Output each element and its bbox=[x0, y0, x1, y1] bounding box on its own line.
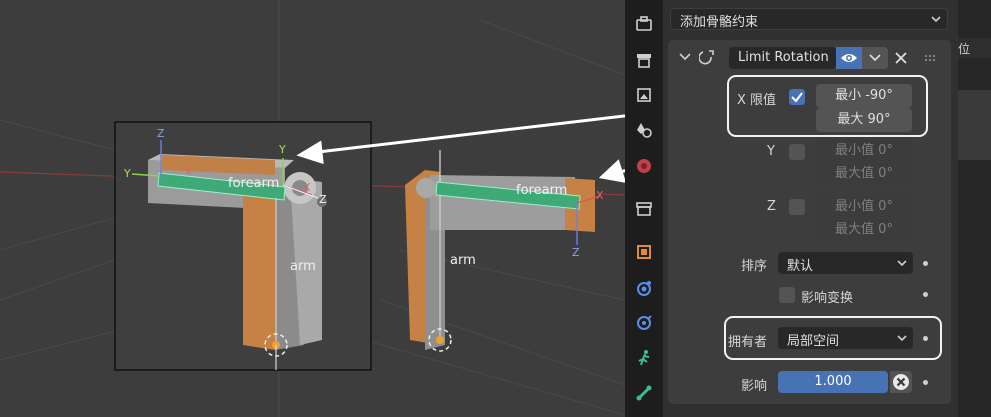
left-arm-label: arm bbox=[290, 259, 316, 274]
highlight-frame-x-limits bbox=[727, 75, 928, 137]
eye-icon[interactable] bbox=[836, 47, 862, 69]
right-forearm-label: forearm bbox=[516, 183, 568, 198]
order-dropdown[interactable]: 默认 bbox=[778, 252, 913, 274]
tool-icon[interactable] bbox=[632, 12, 656, 36]
view-layer-icon[interactable] bbox=[632, 118, 656, 142]
limit-y-label: Y bbox=[767, 144, 775, 159]
chevron-down-icon bbox=[869, 54, 881, 62]
right-arm-label: arm bbox=[450, 253, 476, 268]
influence-value: 1.000 bbox=[814, 374, 852, 389]
disable-keep-transform-button[interactable] bbox=[890, 371, 912, 393]
close-circle-icon bbox=[893, 374, 909, 390]
right-rig bbox=[405, 150, 601, 352]
constraint-menu-button[interactable] bbox=[862, 47, 888, 69]
constraint-icon[interactable] bbox=[632, 346, 656, 370]
affect-transform-label: 影响变换 bbox=[801, 291, 854, 306]
limit-y-max-field[interactable]: 最大值 0° bbox=[816, 163, 912, 185]
properties-tab-bar bbox=[625, 0, 663, 417]
axis-x-label: X bbox=[185, 167, 192, 177]
influence-label: 影响 bbox=[741, 379, 768, 394]
chevron-down-icon bbox=[931, 16, 941, 23]
output-icon[interactable] bbox=[632, 83, 656, 107]
bone-icon[interactable] bbox=[632, 381, 656, 405]
order-label: 排序 bbox=[741, 259, 768, 274]
chevron-down-icon bbox=[897, 260, 907, 267]
limit-z-checkbox[interactable] bbox=[789, 199, 805, 215]
axis-y-label: Y bbox=[279, 143, 286, 156]
affect-transform-checkbox[interactable] bbox=[779, 287, 795, 303]
axis-x-label: X bbox=[596, 189, 604, 202]
viewport-canvas bbox=[0, 0, 625, 417]
axis-y-label: Y bbox=[124, 167, 131, 180]
properties-panel: 添加骨骼约束 Limit Rotation X 限值 最小 -90° 最大 90… bbox=[663, 0, 958, 417]
collection-icon[interactable] bbox=[632, 197, 656, 221]
3d-viewport[interactable]: forearm arm forearm arm Z Y X Y X Z X Z bbox=[0, 0, 625, 417]
limit-z-max-field[interactable]: 最大值 0° bbox=[816, 219, 912, 241]
limit-z-label: Z bbox=[767, 199, 776, 214]
axis-z-label: Z bbox=[319, 193, 327, 206]
highlight-frame-owner-space bbox=[724, 316, 942, 360]
adjacent-editor-label: 位 bbox=[958, 42, 971, 56]
chevron-down-icon[interactable] bbox=[679, 53, 691, 61]
add-bone-constraint-label: 添加骨骼约束 bbox=[680, 15, 759, 30]
render-icon[interactable] bbox=[632, 48, 656, 72]
physics-icon[interactable] bbox=[632, 311, 656, 335]
limit-y-checkbox[interactable] bbox=[789, 144, 805, 160]
particles-icon[interactable] bbox=[632, 276, 656, 300]
constraint-name-field[interactable]: Limit Rotation bbox=[729, 47, 836, 69]
limit-y-min-field[interactable]: 最小值 0° bbox=[816, 140, 912, 162]
drag-handle-icon[interactable] bbox=[924, 54, 938, 62]
constraint-type-icon bbox=[699, 50, 714, 65]
left-forearm-label: forearm bbox=[228, 176, 280, 191]
close-icon[interactable] bbox=[895, 52, 907, 64]
order-value: 默认 bbox=[787, 259, 814, 274]
adjacent-editor-strip: 位 bbox=[958, 0, 991, 417]
add-bone-constraint-dropdown[interactable]: 添加骨骼约束 bbox=[670, 8, 948, 30]
keyframe-dot[interactable] bbox=[923, 261, 928, 266]
axis-x-label: X bbox=[303, 181, 311, 194]
scene-icon[interactable] bbox=[632, 154, 656, 178]
limit-z-min-field[interactable]: 最小值 0° bbox=[816, 196, 912, 218]
keyframe-dot[interactable] bbox=[923, 380, 928, 385]
object-icon[interactable] bbox=[632, 240, 656, 264]
axis-z-label: Z bbox=[157, 127, 165, 140]
axis-z-label: Z bbox=[572, 246, 580, 259]
influence-slider[interactable]: 1.000 bbox=[778, 371, 888, 393]
keyframe-dot[interactable] bbox=[923, 292, 928, 297]
